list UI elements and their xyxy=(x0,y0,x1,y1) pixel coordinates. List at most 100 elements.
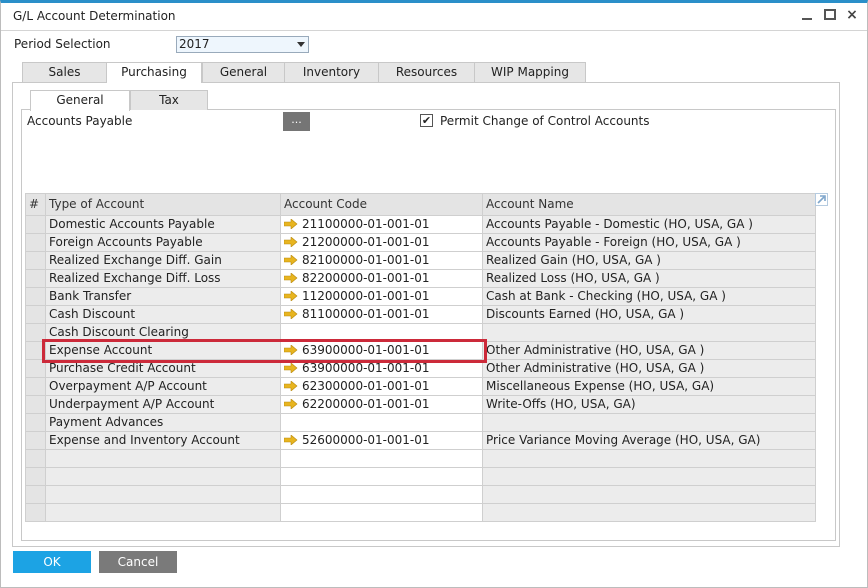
account-code-cell[interactable]: 21100000-01-001-01 xyxy=(280,215,483,234)
tab-general[interactable]: General xyxy=(202,62,285,82)
account-code-cell[interactable]: 52600000-01-001-01 xyxy=(280,431,483,450)
row-number-cell[interactable] xyxy=(25,431,46,450)
account-code-cell[interactable]: 21200000-01-001-01 xyxy=(280,233,483,252)
account-code-cell[interactable]: 81100000-01-001-01 xyxy=(280,305,483,324)
account-code-value: 63900000-01-001-01 xyxy=(302,343,430,357)
table-row[interactable]: Expense Account 63900000-01-001-01 Other A… xyxy=(25,341,816,360)
row-number-cell[interactable] xyxy=(25,485,46,504)
account-code-cell[interactable]: 82200000-01-001-01 xyxy=(280,269,483,288)
account-code-value: 82100000-01-001-01 xyxy=(302,253,430,267)
tab-inventory[interactable]: Inventory xyxy=(284,62,379,82)
maximize-button[interactable] xyxy=(821,6,839,24)
link-arrow-icon[interactable] xyxy=(284,309,298,319)
link-arrow-icon[interactable] xyxy=(284,273,298,283)
header-account-name[interactable]: Account Name xyxy=(482,193,816,216)
row-number-cell[interactable] xyxy=(25,305,46,324)
table-row[interactable] xyxy=(25,449,816,468)
table-header-row: # Type of Account Account Code Account N… xyxy=(25,193,816,216)
title-bar: G/L Account Determination × xyxy=(1,3,867,31)
row-number-cell[interactable] xyxy=(25,215,46,234)
account-code-cell[interactable] xyxy=(280,467,483,486)
row-number-cell[interactable] xyxy=(25,251,46,270)
account-code-cell[interactable] xyxy=(280,413,483,432)
link-arrow-icon[interactable] xyxy=(284,237,298,247)
account-code-cell[interactable]: 11200000-01-001-01 xyxy=(280,287,483,306)
account-code-cell[interactable]: 62300000-01-001-01 xyxy=(280,377,483,396)
account-code-value: 81100000-01-001-01 xyxy=(302,307,430,321)
table-row[interactable]: Domestic Accounts Payable 21100000-01-001… xyxy=(25,215,816,234)
subtab-general[interactable]: General xyxy=(30,90,130,111)
cancel-button[interactable]: Cancel xyxy=(99,551,177,573)
table-row[interactable]: Underpayment A/P Account 62200000-01-001-… xyxy=(25,395,816,414)
table-row[interactable]: Payment Advances xyxy=(25,413,816,432)
table-row[interactable] xyxy=(25,467,816,486)
table-row[interactable]: Cash Discount 81100000-01-001-01 Discounts… xyxy=(25,305,816,324)
row-number-cell[interactable] xyxy=(25,395,46,414)
row-number-cell[interactable] xyxy=(25,467,46,486)
permit-change-checkbox[interactable]: ✔ xyxy=(420,114,433,127)
header-account-code[interactable]: Account Code xyxy=(280,193,483,216)
table-row[interactable]: Purchase Credit Account 63900000-01-001-0… xyxy=(25,359,816,378)
account-code-cell[interactable] xyxy=(280,323,483,342)
account-code-cell[interactable] xyxy=(280,449,483,468)
permit-change-label: Permit Change of Control Accounts xyxy=(440,114,650,128)
minimize-button[interactable] xyxy=(798,6,816,24)
tab-purchasing[interactable]: Purchasing xyxy=(106,62,202,83)
row-number-cell[interactable] xyxy=(25,233,46,252)
tab-sales[interactable]: Sales xyxy=(22,62,107,82)
table-row[interactable] xyxy=(25,503,816,522)
account-code-cell[interactable] xyxy=(280,503,483,522)
close-button[interactable]: × xyxy=(843,6,861,24)
ok-button[interactable]: OK xyxy=(13,551,91,573)
row-number-cell[interactable] xyxy=(25,287,46,306)
subtab-tax[interactable]: Tax xyxy=(130,90,208,110)
account-code-value: 21200000-01-001-01 xyxy=(302,235,430,249)
account-code-cell[interactable]: 63900000-01-001-01 xyxy=(280,341,483,360)
account-name-cell: Other Administrative (HO, USA, GA ) xyxy=(482,341,816,360)
table-row[interactable]: Overpayment A/P Account 62300000-01-001-0… xyxy=(25,377,816,396)
account-code-cell[interactable] xyxy=(280,485,483,504)
period-selection-label: Period Selection xyxy=(14,37,111,51)
account-code-cell[interactable]: 63900000-01-001-01 xyxy=(280,359,483,378)
type-of-account-cell: Foreign Accounts Payable xyxy=(45,233,281,252)
link-arrow-icon[interactable] xyxy=(284,345,298,355)
table-row[interactable]: Cash Discount Clearing xyxy=(25,323,816,342)
table-row[interactable]: Expense and Inventory Account 52600000-01… xyxy=(25,431,816,450)
header-row-number[interactable]: # xyxy=(25,193,46,216)
row-number-cell[interactable] xyxy=(25,377,46,396)
account-code-cell[interactable]: 62200000-01-001-01 xyxy=(280,395,483,414)
row-number-cell[interactable] xyxy=(25,359,46,378)
row-number-cell[interactable] xyxy=(25,413,46,432)
chevron-down-icon xyxy=(297,42,305,47)
row-number-cell[interactable] xyxy=(25,323,46,342)
table-row[interactable]: Foreign Accounts Payable 21200000-01-001-… xyxy=(25,233,816,252)
account-name-cell xyxy=(482,485,816,504)
table-row[interactable]: Realized Exchange Diff. Gain 82100000-01-… xyxy=(25,251,816,270)
account-name-cell: Discounts Earned (HO, USA, GA ) xyxy=(482,305,816,324)
table-row[interactable]: Bank Transfer 11200000-01-001-01 Cash at B… xyxy=(25,287,816,306)
link-arrow-icon[interactable] xyxy=(284,381,298,391)
period-selection-dropdown[interactable]: 2017 xyxy=(176,36,309,53)
link-arrow-icon[interactable] xyxy=(284,363,298,373)
tab-resources[interactable]: Resources xyxy=(378,62,475,82)
accounts-payable-browse-button[interactable]: ... xyxy=(283,112,310,131)
link-arrow-icon[interactable] xyxy=(284,399,298,409)
account-name-cell: Cash at Bank - Checking (HO, USA, GA ) xyxy=(482,287,816,306)
tab-wip-mapping[interactable]: WIP Mapping xyxy=(474,62,586,82)
row-number-cell[interactable] xyxy=(25,449,46,468)
header-type-of-account[interactable]: Type of Account xyxy=(45,193,281,216)
row-number-cell[interactable] xyxy=(25,269,46,288)
expand-table-icon[interactable] xyxy=(815,193,828,206)
type-of-account-cell: Domestic Accounts Payable xyxy=(45,215,281,234)
link-arrow-icon[interactable] xyxy=(284,291,298,301)
link-arrow-icon[interactable] xyxy=(284,219,298,229)
type-of-account-cell: Overpayment A/P Account xyxy=(45,377,281,396)
account-code-cell[interactable]: 82100000-01-001-01 xyxy=(280,251,483,270)
link-arrow-icon[interactable] xyxy=(284,435,298,445)
table-row[interactable] xyxy=(25,485,816,504)
row-number-cell[interactable] xyxy=(25,503,46,522)
row-number-cell[interactable] xyxy=(25,341,46,360)
type-of-account-cell: Realized Exchange Diff. Gain xyxy=(45,251,281,270)
link-arrow-icon[interactable] xyxy=(284,255,298,265)
table-row[interactable]: Realized Exchange Diff. Loss 82200000-01-… xyxy=(25,269,816,288)
